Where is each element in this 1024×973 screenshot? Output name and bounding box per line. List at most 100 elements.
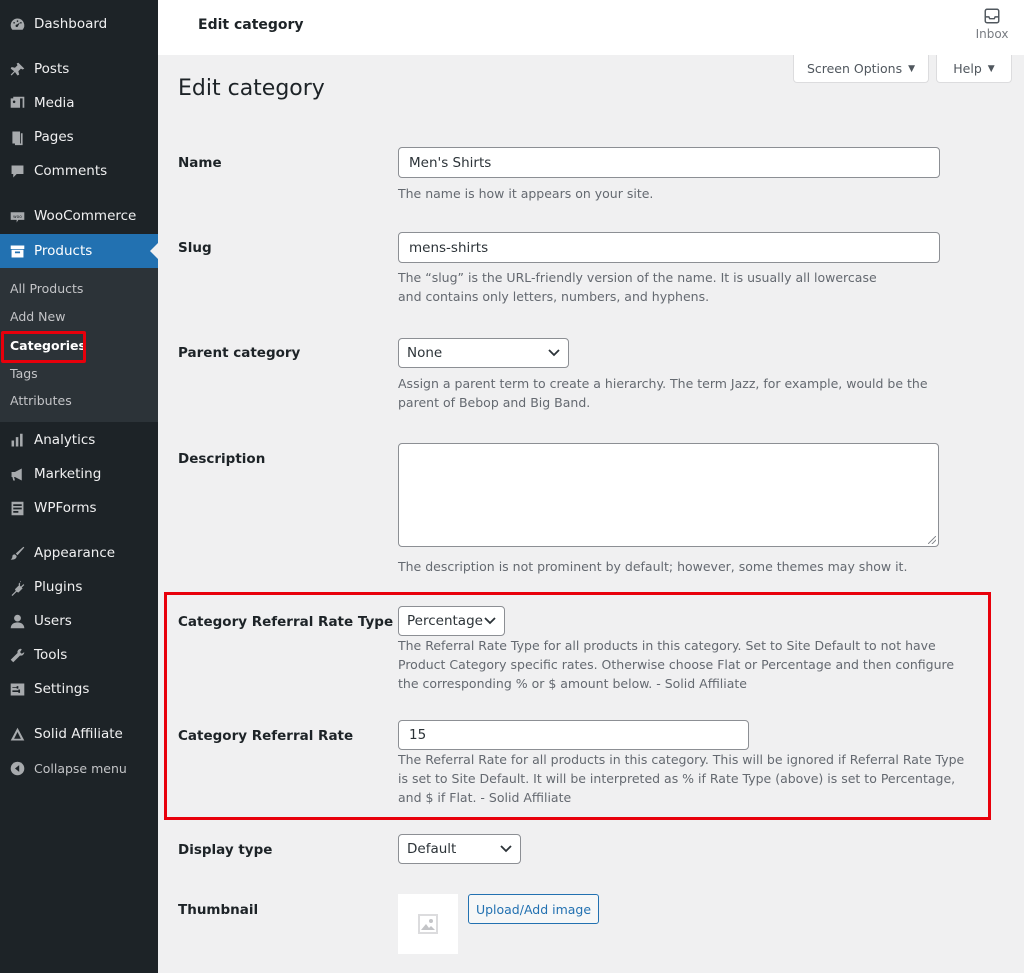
settings-icon (8, 680, 26, 698)
menu-item-pages[interactable]: Pages (0, 122, 158, 152)
menu-item-woocommerce[interactable]: woo WooCommerce (0, 201, 158, 231)
chart-icon (8, 431, 26, 449)
placeholder-image-icon (418, 914, 438, 934)
menu-label: Posts (34, 61, 70, 77)
name-label: Name (178, 155, 222, 171)
menu-item-wpforms[interactable]: WPForms (0, 493, 158, 523)
menu-item-products[interactable]: Products (0, 234, 158, 268)
menu-item-plugins[interactable]: Plugins (0, 572, 158, 602)
screen-options-button[interactable]: Screen Options ▼ (793, 55, 929, 83)
menu-label: Settings (34, 681, 90, 697)
menu-label: WooCommerce (34, 208, 137, 224)
header-title: Edit category (198, 17, 304, 33)
pages-icon (8, 128, 26, 146)
chevron-down-icon (484, 617, 496, 625)
menu-label: WPForms (34, 500, 97, 516)
referral-rate-label: Category Referral Rate (178, 728, 354, 744)
description-label: Description (178, 451, 266, 467)
parent-category-select[interactable]: None (398, 338, 569, 368)
menu-label: Marketing (34, 466, 102, 482)
comment-icon (8, 162, 26, 180)
media-icon (8, 94, 26, 112)
menu-label: Appearance (34, 545, 116, 561)
slug-label: Slug (178, 240, 212, 256)
caret-down-icon: ▼ (987, 63, 995, 74)
thumbnail-preview (398, 894, 458, 954)
menu-label: Plugins (34, 579, 83, 595)
svg-text:woo: woo (13, 215, 22, 220)
inbox-label: Inbox (975, 27, 1009, 41)
name-input[interactable]: Men's Shirts (398, 147, 940, 178)
affiliate-icon (8, 725, 26, 743)
referral-rate-help: The Referral Rate for all products in th… (398, 752, 965, 805)
form-icon (8, 499, 26, 517)
archive-icon (8, 242, 26, 260)
products-submenu: All Products Add New Categories Tags Att… (0, 268, 158, 422)
woo-icon: woo (8, 207, 26, 225)
top-header: Edit category Inbox (158, 0, 1024, 55)
menu-item-appearance[interactable]: Appearance (0, 538, 158, 568)
screen-options-label: Screen Options (806, 61, 903, 76)
menu-label: Tools (34, 647, 68, 663)
description-textarea[interactable] (398, 443, 939, 547)
menu-item-marketing[interactable]: Marketing (0, 459, 158, 489)
submenu-item-attributes[interactable]: Attributes (10, 393, 72, 408)
chevron-down-icon (500, 845, 512, 853)
menu-item-tools[interactable]: Tools (0, 640, 158, 670)
display-type-label: Display type (178, 842, 273, 858)
megaphone-icon (8, 465, 26, 483)
referral-rate-type-select[interactable]: Percentage (398, 606, 505, 636)
menu-label: Analytics (34, 432, 96, 448)
submenu-item-categories[interactable]: Categories (10, 338, 86, 353)
menu-label: Solid Affiliate (34, 726, 123, 742)
menu-item-dashboard[interactable]: Dashboard (0, 9, 158, 39)
menu-label: Comments (34, 163, 108, 179)
slug-input[interactable]: mens-shirts (398, 232, 940, 263)
inbox-button[interactable]: Inbox (974, 7, 1010, 41)
plug-icon (8, 578, 26, 596)
submenu-item-all-products[interactable]: All Products (10, 281, 83, 296)
parent-category-label: Parent category (178, 345, 301, 361)
slug-help: The “slug” is the URL-friendly version o… (398, 270, 877, 304)
thumbnail-label: Thumbnail (178, 902, 259, 918)
wrench-icon (8, 646, 26, 664)
caret-down-icon: ▼ (908, 63, 916, 74)
referral-rate-input[interactable]: 15 (398, 720, 749, 750)
menu-label: Products (34, 243, 93, 259)
display-type-select[interactable]: Default (398, 834, 521, 864)
page-title: Edit category (178, 76, 325, 101)
referral-rate-type-help: The Referral Rate Type for all products … (398, 638, 955, 691)
menu-label: Collapse menu (34, 760, 127, 776)
menu-item-posts[interactable]: Posts (0, 54, 158, 84)
menu-item-comments[interactable]: Comments (0, 156, 158, 186)
menu-item-solid-affiliate[interactable]: Solid Affiliate (0, 719, 158, 749)
chevron-down-icon (548, 349, 560, 357)
menu-label: Dashboard (34, 16, 108, 32)
menu-label: Pages (34, 129, 74, 145)
menu-item-settings[interactable]: Settings (0, 674, 158, 704)
menu-item-media[interactable]: Media (0, 88, 158, 118)
menu-item-users[interactable]: Users (0, 606, 158, 636)
display-type-value: Default (407, 841, 457, 857)
menu-label: Media (34, 95, 75, 111)
name-help: The name is how it appears on your site. (398, 186, 654, 201)
parent-category-help: Assign a parent term to create a hierarc… (398, 376, 928, 410)
user-icon (8, 612, 26, 630)
admin-sidebar: Dashboard Posts Media Pages Comments woo… (0, 0, 158, 973)
upload-image-button[interactable]: Upload/Add image (468, 894, 599, 924)
submenu-item-add-new[interactable]: Add New (10, 309, 65, 324)
referral-rate-type-label: Category Referral Rate Type (178, 614, 394, 630)
collapse-icon (8, 759, 26, 777)
dashboard-icon (8, 15, 26, 33)
inbox-icon (984, 8, 1000, 24)
referral-rate-type-value: Percentage (407, 613, 483, 629)
parent-category-value: None (407, 345, 443, 361)
collapse-menu-button[interactable]: Collapse menu (0, 753, 158, 783)
menu-item-analytics[interactable]: Analytics (0, 425, 158, 455)
help-button[interactable]: Help ▼ (936, 55, 1012, 83)
submenu-item-tags[interactable]: Tags (10, 366, 38, 381)
brush-icon (8, 544, 26, 562)
description-help: The description is not prominent by defa… (398, 559, 908, 574)
help-label: Help (953, 61, 982, 76)
pin-icon (8, 60, 26, 78)
